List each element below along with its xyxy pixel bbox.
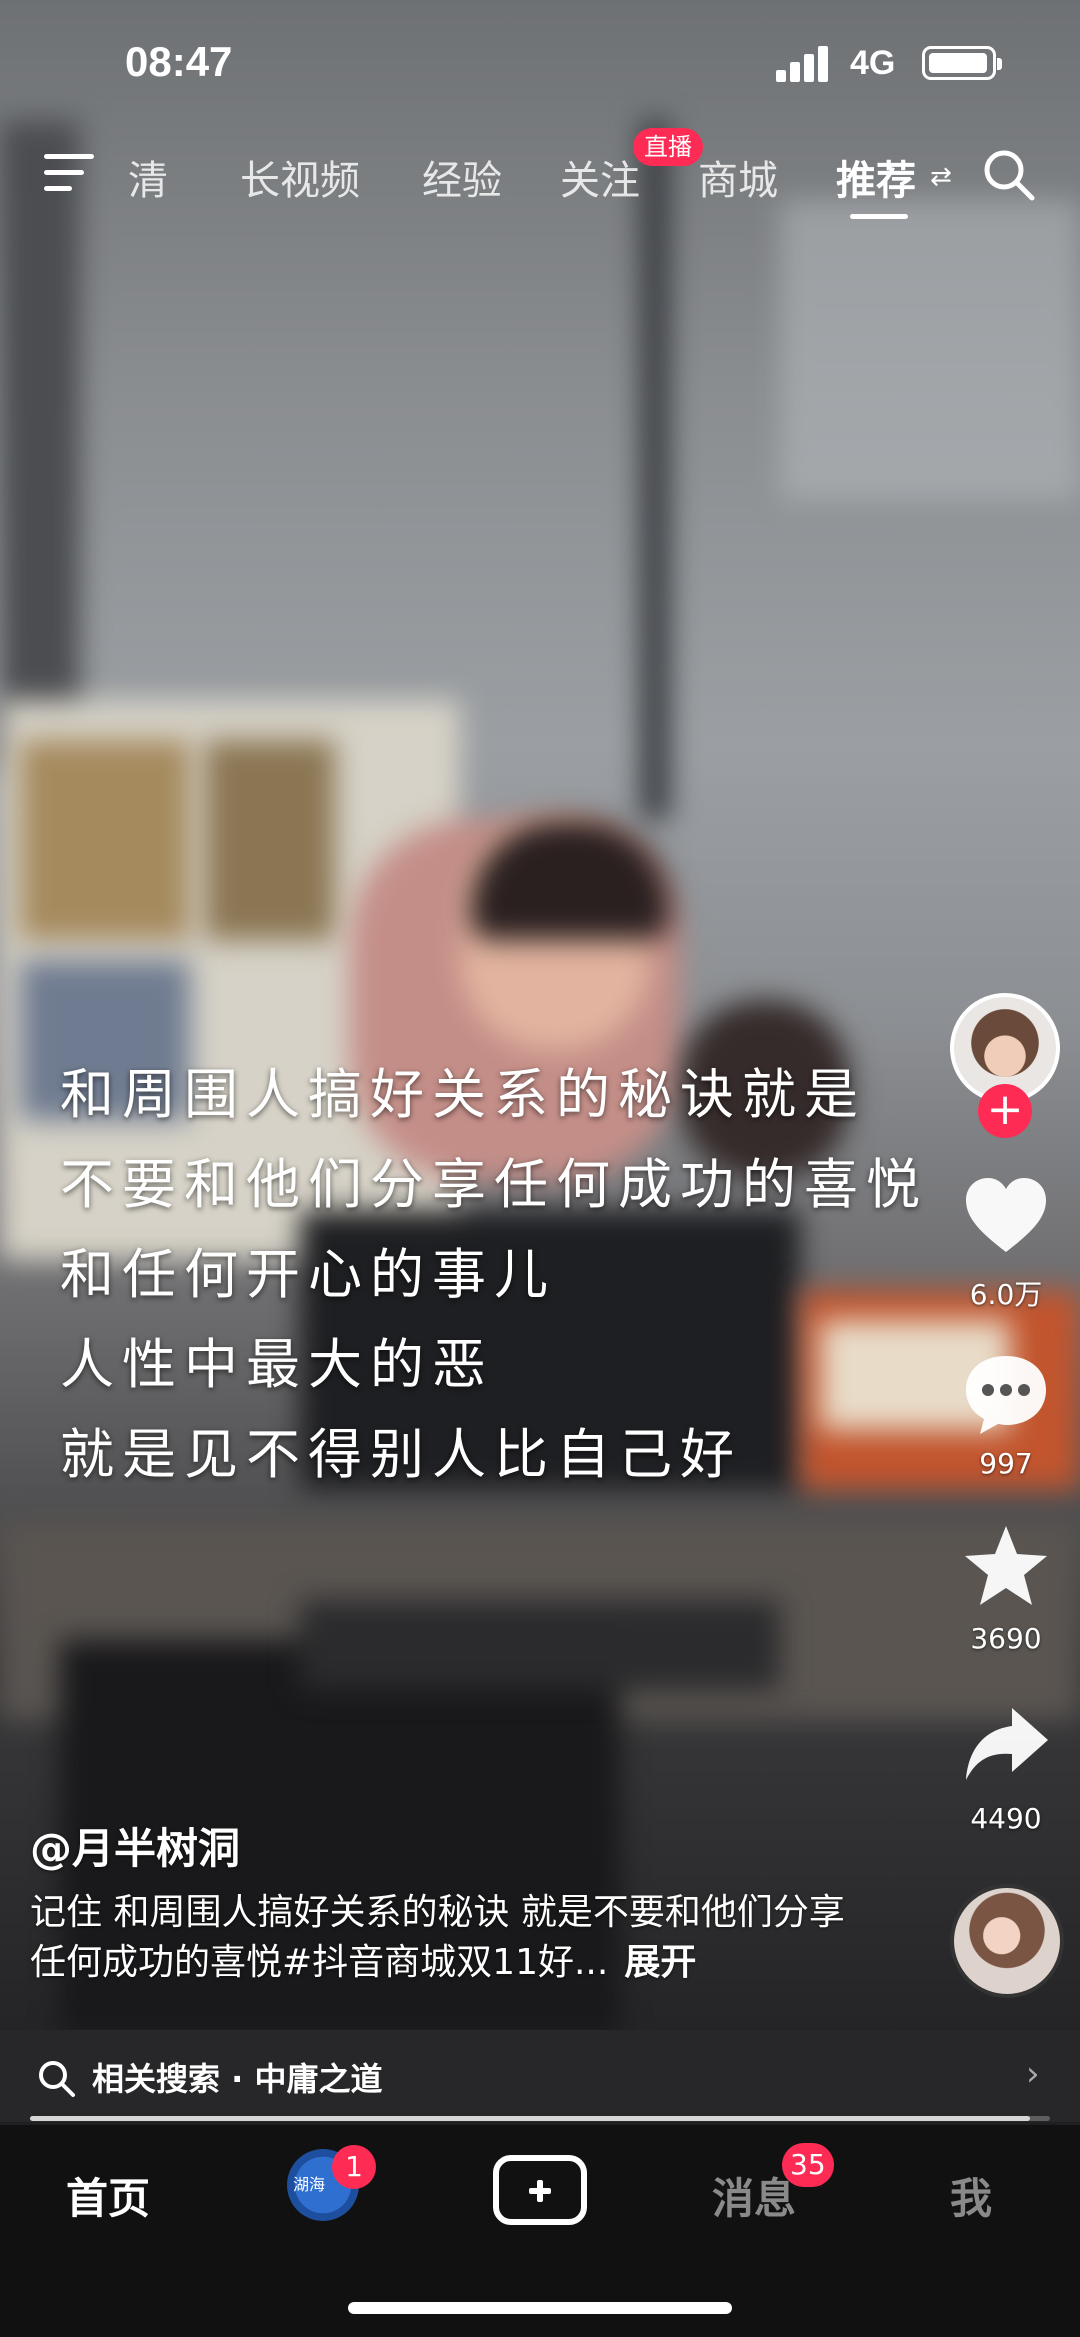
tab-home[interactable]: 首页 — [66, 2165, 150, 2226]
battery-icon — [922, 46, 1002, 80]
swap-icon[interactable]: ⇄ — [930, 162, 952, 192]
overlay-line: 和周围人搞好关系的秘诀就是 — [60, 1063, 866, 1126]
like-count: 6.0万 — [969, 1278, 1043, 1311]
comment-icon[interactable] — [960, 1348, 1052, 1440]
favorite-count: 3690 — [970, 1622, 1042, 1655]
overlay-line: 人性中最大的恶 — [60, 1333, 494, 1396]
music-disc-icon[interactable] — [950, 1884, 1064, 1998]
network-type: 4G — [850, 44, 896, 82]
overlay-line: 就是见不得别人比自己好 — [60, 1423, 742, 1486]
overlay-line: 和任何开心的事儿 — [60, 1243, 556, 1306]
tab-hd[interactable]: 清 — [128, 148, 168, 206]
tab-recommend[interactable]: 推荐 — [836, 148, 916, 206]
signal-icon — [776, 44, 836, 82]
playback-progress[interactable] — [30, 2116, 1050, 2121]
description-text: 记住 和周围人搞好关系的秘诀 就是不要和他们分享任何成功的喜悦#抖音商城双11好… — [30, 1892, 845, 1983]
tab-mall[interactable]: 商城 — [698, 148, 778, 206]
tab-following[interactable]: 关注 — [560, 148, 640, 206]
tab-experience[interactable]: 经验 — [422, 148, 502, 206]
home-indicator[interactable] — [348, 2302, 732, 2314]
follow-plus-icon[interactable]: + — [978, 1084, 1032, 1138]
star-icon[interactable] — [960, 1520, 1052, 1612]
related-search-label: 相关搜索 · 中庸之道 — [92, 2060, 383, 2098]
friends-avatar-text: 湖海 — [293, 2175, 326, 2194]
share-count: 4490 — [970, 1802, 1042, 1835]
video-description[interactable]: 记住 和周围人搞好关系的秘诀 就是不要和他们分享任何成功的喜悦#抖音商城双11好… — [30, 1888, 860, 1988]
tab-me[interactable]: 我 — [950, 2165, 992, 2226]
overlay-line: 不要和他们分享任何成功的喜悦 — [60, 1153, 928, 1216]
progress-fill — [30, 2116, 1030, 2121]
related-search-bar[interactable]: 相关搜索 · 中庸之道 › — [0, 2030, 1080, 2122]
messages-badge: 35 — [782, 2143, 834, 2187]
active-tab-indicator — [850, 214, 908, 219]
search-icon — [39, 2061, 75, 2097]
status-time: 08:47 — [125, 38, 233, 85]
menu-icon[interactable] — [44, 152, 94, 194]
expand-button[interactable]: 展开 — [624, 1942, 696, 1983]
author-name[interactable]: @月半树洞 — [30, 1815, 240, 1876]
create-button[interactable] — [493, 2155, 587, 2225]
live-badge: 直播 — [633, 128, 703, 166]
heart-icon[interactable] — [960, 1170, 1052, 1262]
friends-badge: 1 — [332, 2145, 376, 2189]
comment-count: 997 — [979, 1447, 1033, 1480]
chevron-right-icon: › — [1026, 2054, 1040, 2094]
status-bar: 08:47 4G — [0, 0, 1080, 120]
search-icon[interactable] — [980, 146, 1036, 202]
share-icon[interactable] — [960, 1700, 1052, 1792]
video-overlay-text: 和周围人搞好关系的秘诀就是 不要和他们分享任何成功的喜悦 和任何开心的事儿 人性… — [60, 1050, 928, 1500]
tab-long-video[interactable]: 长视频 — [240, 148, 360, 206]
